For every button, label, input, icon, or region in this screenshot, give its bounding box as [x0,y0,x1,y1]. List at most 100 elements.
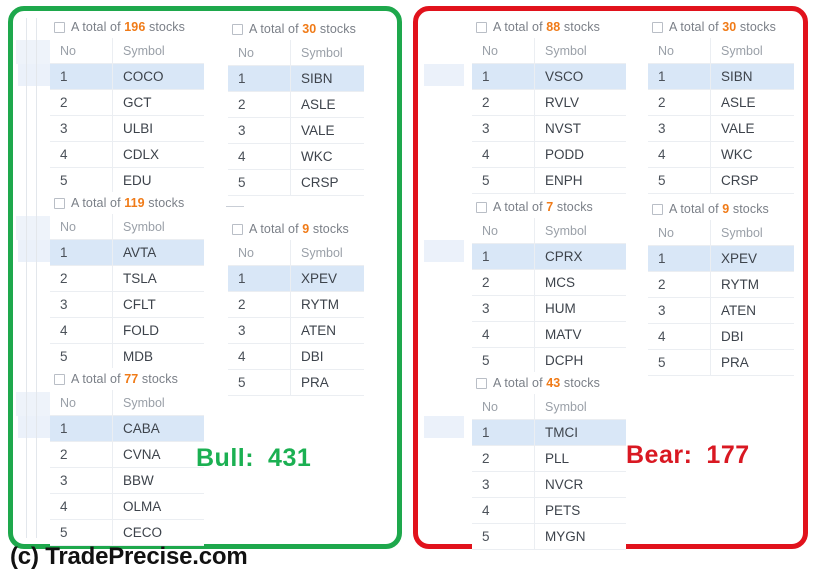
table-row[interactable]: 1 XPEV [228,265,364,292]
table-row[interactable]: 1 XPEV [648,245,794,272]
block-header-bear-b[interactable]: A total of 30 stocks [648,16,798,38]
table-row[interactable]: 4 CDLX [50,141,204,168]
col-header-symbol[interactable]: Symbol [112,38,204,64]
checkbox-icon[interactable] [232,23,243,35]
cell-symbol: XPEV [710,245,794,272]
checkbox-icon[interactable] [232,223,243,235]
col-header-symbol[interactable]: Symbol [112,390,204,416]
table-row[interactable]: 3 ATEN [648,297,794,324]
table-row[interactable]: 4 WKC [648,141,794,168]
cell-symbol: ASLE [710,89,794,116]
checkbox-icon[interactable] [54,373,65,385]
table-row[interactable]: 1 CABA [50,415,204,442]
col-header-no[interactable]: No [228,40,291,66]
table-row[interactable]: 3 ATEN [228,317,364,344]
col-header-no[interactable]: No [472,394,535,420]
block-header-bull-a[interactable]: A total of 196 stocks [50,16,208,38]
stock-block-bull-e: A total of 77 stocks No Symbol 1 CABA 2 CV… [50,368,208,546]
cell-symbol: GCT [112,89,204,116]
col-header-symbol[interactable]: Symbol [710,38,794,64]
table-row[interactable]: 5 ENPH [472,167,626,194]
block-header-bull-d[interactable]: A total of 9 stocks [228,218,370,240]
table-row[interactable]: 5 CRSP [648,167,794,194]
block-header-bear-d[interactable]: A total of 9 stocks [648,198,798,220]
col-header-symbol[interactable]: Symbol [710,220,794,246]
table-row[interactable]: 4 WKC [228,143,364,170]
table-row[interactable]: 3 VALE [648,115,794,142]
table-row[interactable]: 3 HUM [472,295,626,322]
bear-score: Bear: 177 [626,441,750,470]
table-row[interactable]: 2 CVNA [50,441,204,468]
cell-symbol: NVST [534,115,626,142]
col-header-symbol[interactable]: Symbol [534,38,626,64]
col-header-no[interactable]: No [228,240,291,266]
block-header-bear-a[interactable]: A total of 88 stocks [472,16,630,38]
col-header-no[interactable]: No [50,38,113,64]
col-header-symbol[interactable]: Symbol [534,218,626,244]
cell-no: 3 [50,115,113,142]
checkbox-icon[interactable] [652,21,663,33]
table-row[interactable]: 1 AVTA [50,239,204,266]
block-header-bear-e[interactable]: A total of 43 stocks [472,372,630,394]
table-row[interactable]: 4 DBI [228,343,364,370]
table-row[interactable]: 2 TSLA [50,265,204,292]
table-row[interactable]: 5 EDU [50,167,204,194]
table-row[interactable]: 3 VALE [228,117,364,144]
col-header-no[interactable]: No [472,38,535,64]
table-row[interactable]: 1 COCO [50,63,204,90]
table-row[interactable]: 3 NVST [472,115,626,142]
table-row[interactable]: 2 RYTM [228,291,364,318]
checkbox-icon[interactable] [476,377,487,389]
col-header-no[interactable]: No [472,218,535,244]
table-row[interactable]: 5 MDB [50,343,204,370]
block-header-bull-e[interactable]: A total of 77 stocks [50,368,208,390]
checkbox-icon[interactable] [476,21,487,33]
table-row[interactable]: 5 PRA [648,349,794,376]
cell-symbol: DCPH [534,347,626,374]
table-row[interactable]: 1 CPRX [472,243,626,270]
col-header-no[interactable]: No [648,220,711,246]
table-row[interactable]: 1 SIBN [228,65,364,92]
col-header-symbol[interactable]: Symbol [290,40,364,66]
table-row[interactable]: 1 SIBN [648,63,794,90]
table-row[interactable]: 5 MYGN [472,523,626,550]
block-header-bull-c[interactable]: A total of 119 stocks [50,192,208,214]
table-row[interactable]: 2 MCS [472,269,626,296]
table-row[interactable]: 4 DBI [648,323,794,350]
table-row[interactable]: 5 CECO [50,519,204,546]
table-row[interactable]: 2 ASLE [228,91,364,118]
col-header-symbol[interactable]: Symbol [534,394,626,420]
table-row[interactable]: 4 OLMA [50,493,204,520]
table-row[interactable]: 5 CRSP [228,169,364,196]
cell-symbol: RYTM [710,271,794,298]
table-row[interactable]: 2 GCT [50,89,204,116]
checkbox-icon[interactable] [652,203,663,215]
table-row[interactable]: 3 ULBI [50,115,204,142]
block-header-bear-c[interactable]: A total of 7 stocks [472,196,630,218]
table-row[interactable]: 5 PRA [228,369,364,396]
col-header-no[interactable]: No [648,38,711,64]
col-header-symbol[interactable]: Symbol [290,240,364,266]
col-header-no[interactable]: No [50,214,113,240]
table-row[interactable]: 3 BBW [50,467,204,494]
table-row[interactable]: 4 PETS [472,497,626,524]
table-row[interactable]: 3 CFLT [50,291,204,318]
table-row[interactable]: 1 VSCO [472,63,626,90]
table-row[interactable]: 2 RVLV [472,89,626,116]
cell-symbol: MCS [534,269,626,296]
col-header-symbol[interactable]: Symbol [112,214,204,240]
checkbox-icon[interactable] [54,21,65,33]
checkbox-icon[interactable] [54,197,65,209]
table-row[interactable]: 5 DCPH [472,347,626,374]
block-header-bull-b[interactable]: A total of 30 stocks [228,18,370,40]
table-row[interactable]: 1 TMCI [472,419,626,446]
table-row[interactable]: 4 MATV [472,321,626,348]
table-row[interactable]: 2 RYTM [648,271,794,298]
checkbox-icon[interactable] [476,201,487,213]
table-row[interactable]: 4 FOLD [50,317,204,344]
table-row[interactable]: 4 PODD [472,141,626,168]
table-row[interactable]: 2 PLL [472,445,626,472]
table-row[interactable]: 3 NVCR [472,471,626,498]
table-row[interactable]: 2 ASLE [648,89,794,116]
col-header-no[interactable]: No [50,390,113,416]
